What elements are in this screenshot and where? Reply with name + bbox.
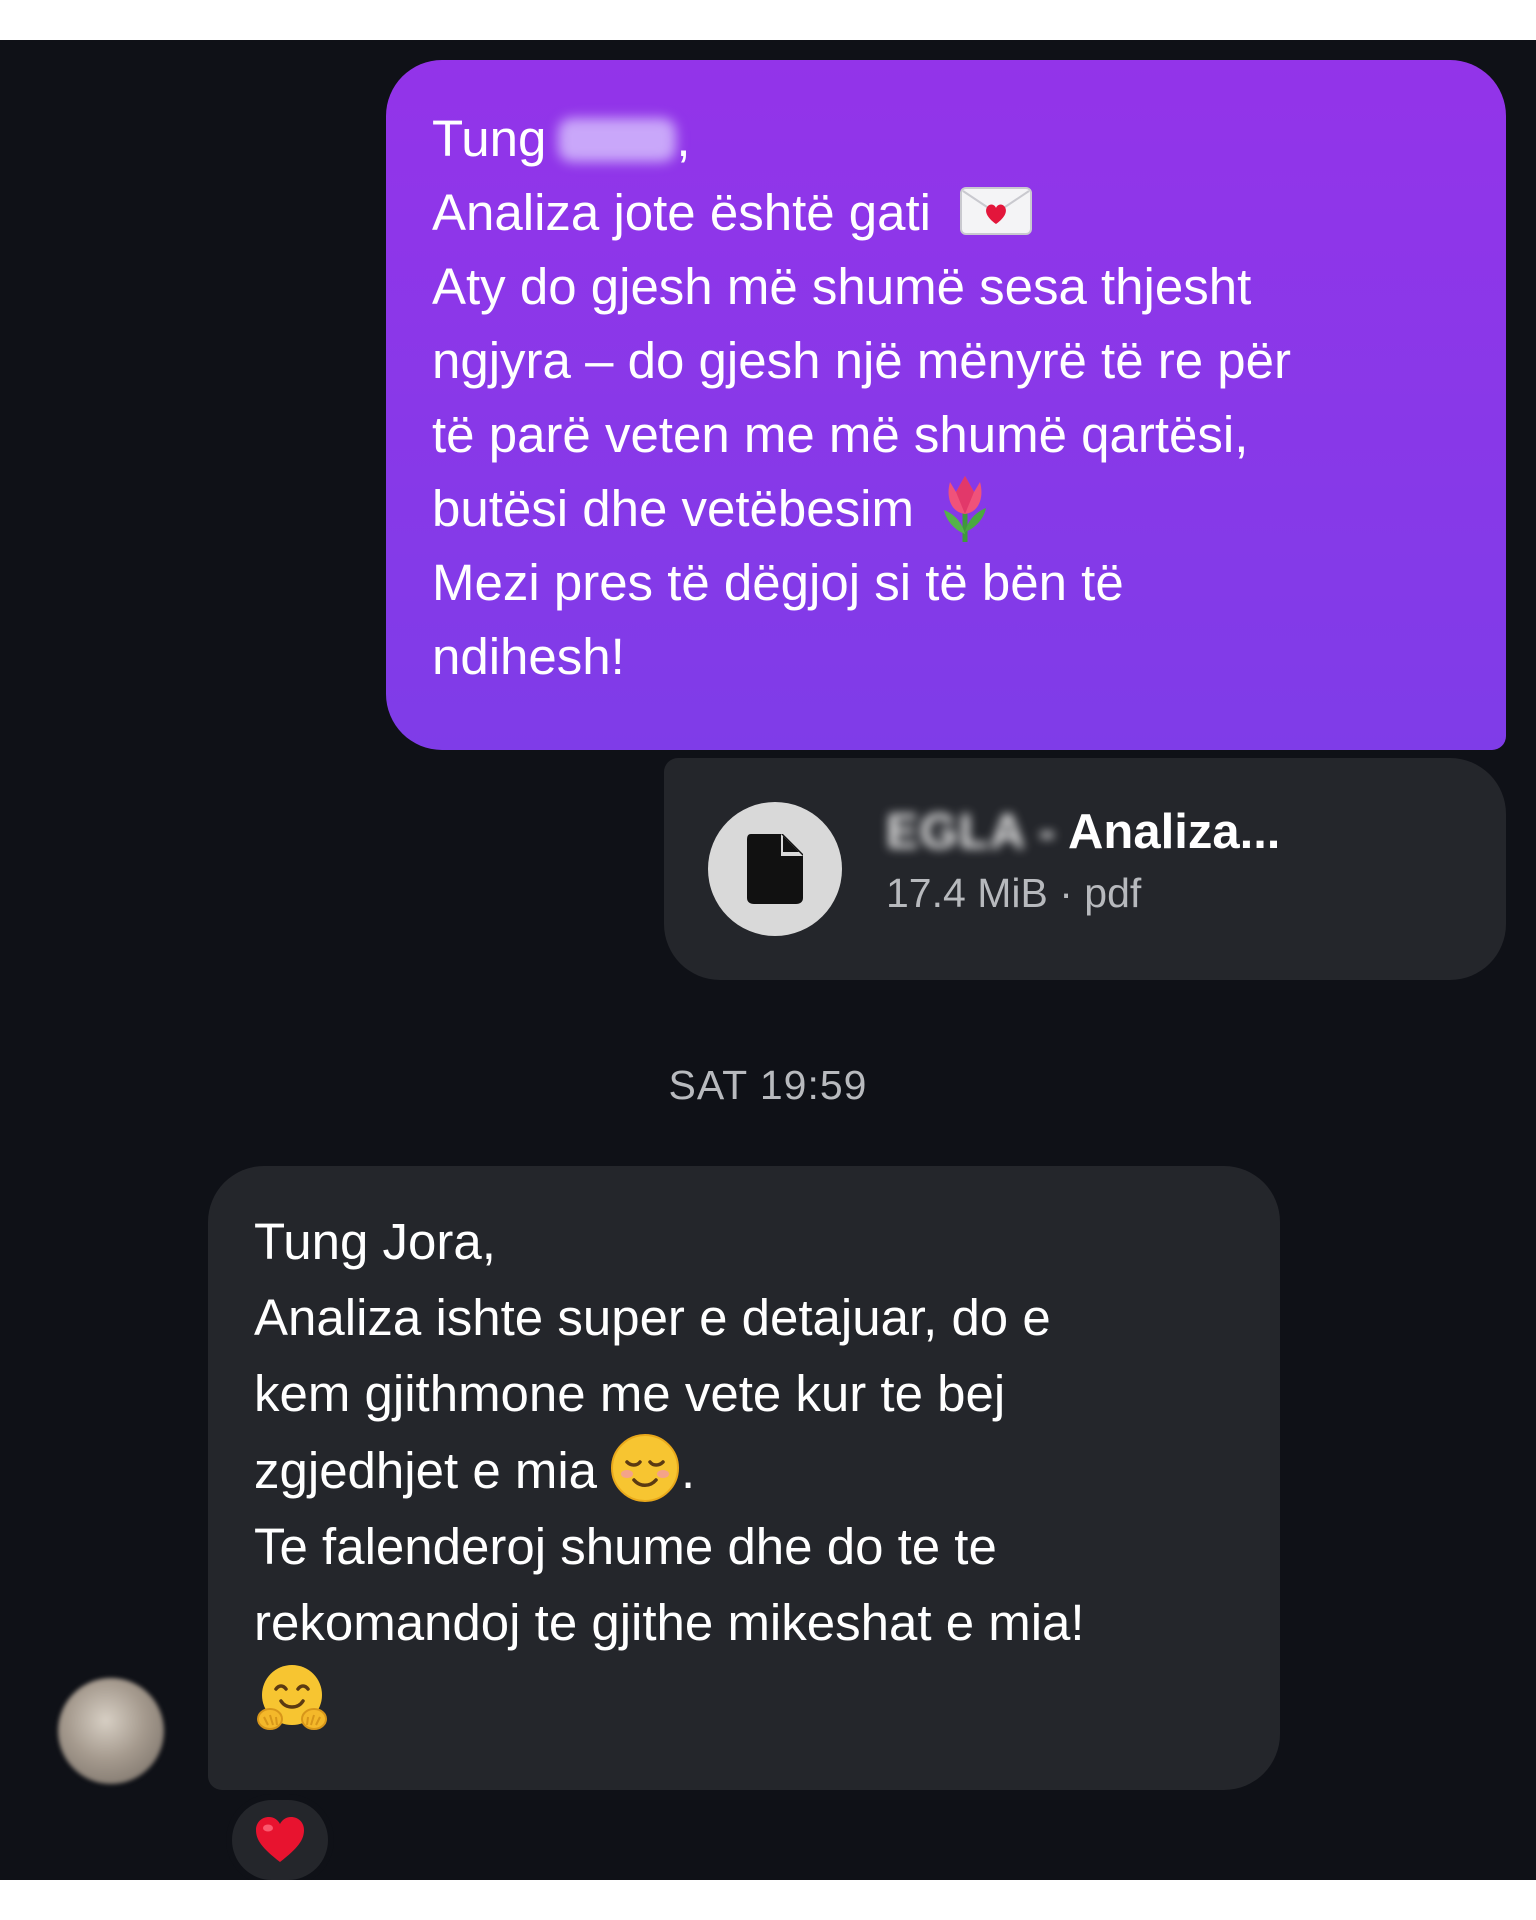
file-name: EGLA - Analiza... xyxy=(886,805,1281,859)
love-letter-icon xyxy=(959,182,1033,235)
message-line: ngjyra – do gjesh një mënyrë të re për xyxy=(432,332,1291,389)
hugging-face-icon xyxy=(254,1661,330,1737)
message-line: të parë veten me më shumë qartësi, xyxy=(432,406,1249,463)
message-line: Analiza jote është gati xyxy=(432,176,1460,250)
message-line: Aty do gjesh më shumë sesa thjesht xyxy=(432,258,1252,315)
heart-reaction[interactable] xyxy=(226,1794,334,1880)
smiling-face-icon xyxy=(609,1432,681,1504)
file-size: 17.4 MiB xyxy=(886,870,1048,916)
message-line: Tung, xyxy=(432,110,691,167)
chat-thread: Tung, Analiza jote është gati Aty do gje… xyxy=(0,40,1536,1880)
incoming-message-bubble[interactable]: Tung Jora, Analiza ishte super e detajua… xyxy=(208,1166,1280,1790)
file-meta: 17.4 MiB · pdf xyxy=(886,870,1142,916)
avatar[interactable] xyxy=(58,1678,164,1784)
message-line: Mezi pres të dëgjoj si të bën të xyxy=(432,554,1124,611)
message-line xyxy=(254,1661,1234,1746)
tulip-icon xyxy=(934,472,996,544)
file-type: pdf xyxy=(1084,870,1142,916)
message-line: Analiza ishte super e detajuar, do e xyxy=(254,1289,1051,1346)
message-line: Te falenderoj shume dhe do te te xyxy=(254,1518,997,1575)
heart-icon xyxy=(256,1817,304,1862)
message-timestamp: SAT 19:59 xyxy=(668,1062,868,1108)
document-icon xyxy=(708,802,842,936)
message-line: Tung Jora, xyxy=(254,1213,496,1270)
message-line: rekomandoj te gjithe mikeshat e mia! xyxy=(254,1594,1085,1651)
file-attachment[interactable]: EGLA - Analiza... 17.4 MiB · pdf xyxy=(664,758,1506,980)
outgoing-message-bubble[interactable]: Tung, Analiza jote është gati Aty do gje… xyxy=(386,60,1506,750)
message-line: butësi dhe vetëbesim xyxy=(432,472,1460,546)
message-line: kem gjithmone me vete kur te bej xyxy=(254,1365,1006,1422)
message-line: zgjedhjet e mia. xyxy=(254,1432,1234,1509)
redacted-name xyxy=(558,118,677,162)
redacted-file-prefix: EGLA - xyxy=(886,805,1057,859)
message-line: ndihesh! xyxy=(432,628,625,685)
